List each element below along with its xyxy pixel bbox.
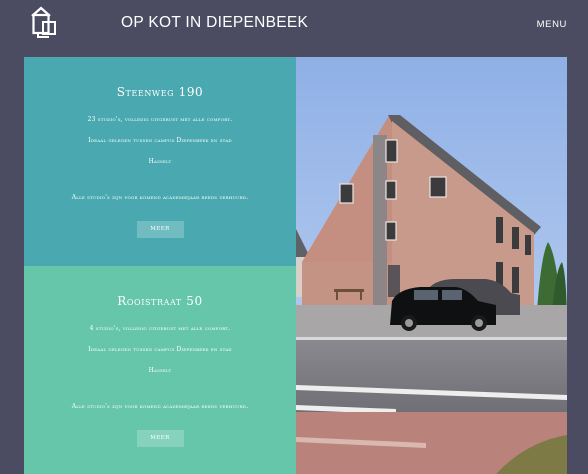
listing-location: Ideaal gelegen tussen campus Diepenbeek …: [88, 137, 232, 144]
listing-description: 4 studio's, volledig uitgerust met alle …: [89, 325, 231, 332]
site-title[interactable]: OP KOT IN DIEPENBEEK: [121, 14, 308, 32]
listing-title: Steenweg 190: [116, 85, 204, 99]
more-button[interactable]: MEER: [136, 430, 184, 447]
listing-availability: Alle studio's zijn voor komend academiej…: [71, 403, 249, 410]
menu-button[interactable]: MENU: [537, 19, 567, 30]
listing-location: Ideaal gelegen tussen campus Diepenbeek …: [88, 346, 232, 353]
more-button[interactable]: MEER: [136, 221, 184, 238]
listing-availability: Alle studio's zijn voor komend academiej…: [71, 194, 249, 201]
listing-panel-rooistraat: Rooistraat 50 4 studio's, volledig uitge…: [24, 266, 296, 474]
listing-title: Rooistraat 50: [117, 294, 203, 308]
listing-city: Hasselt: [148, 367, 172, 374]
listing-city: Hasselt: [148, 158, 172, 165]
main-content: Steenweg 190 23 studio's, volledig uitge…: [24, 57, 567, 474]
building-photo: [296, 57, 567, 474]
site-header: OP KOT IN DIEPENBEEK MENU: [0, 0, 588, 52]
listing-description: 23 studio's, volledig uitgerust met alle…: [87, 116, 233, 123]
listing-panel-steenweg: Steenweg 190 23 studio's, volledig uitge…: [24, 57, 296, 266]
house-logo-icon[interactable]: [29, 4, 59, 38]
